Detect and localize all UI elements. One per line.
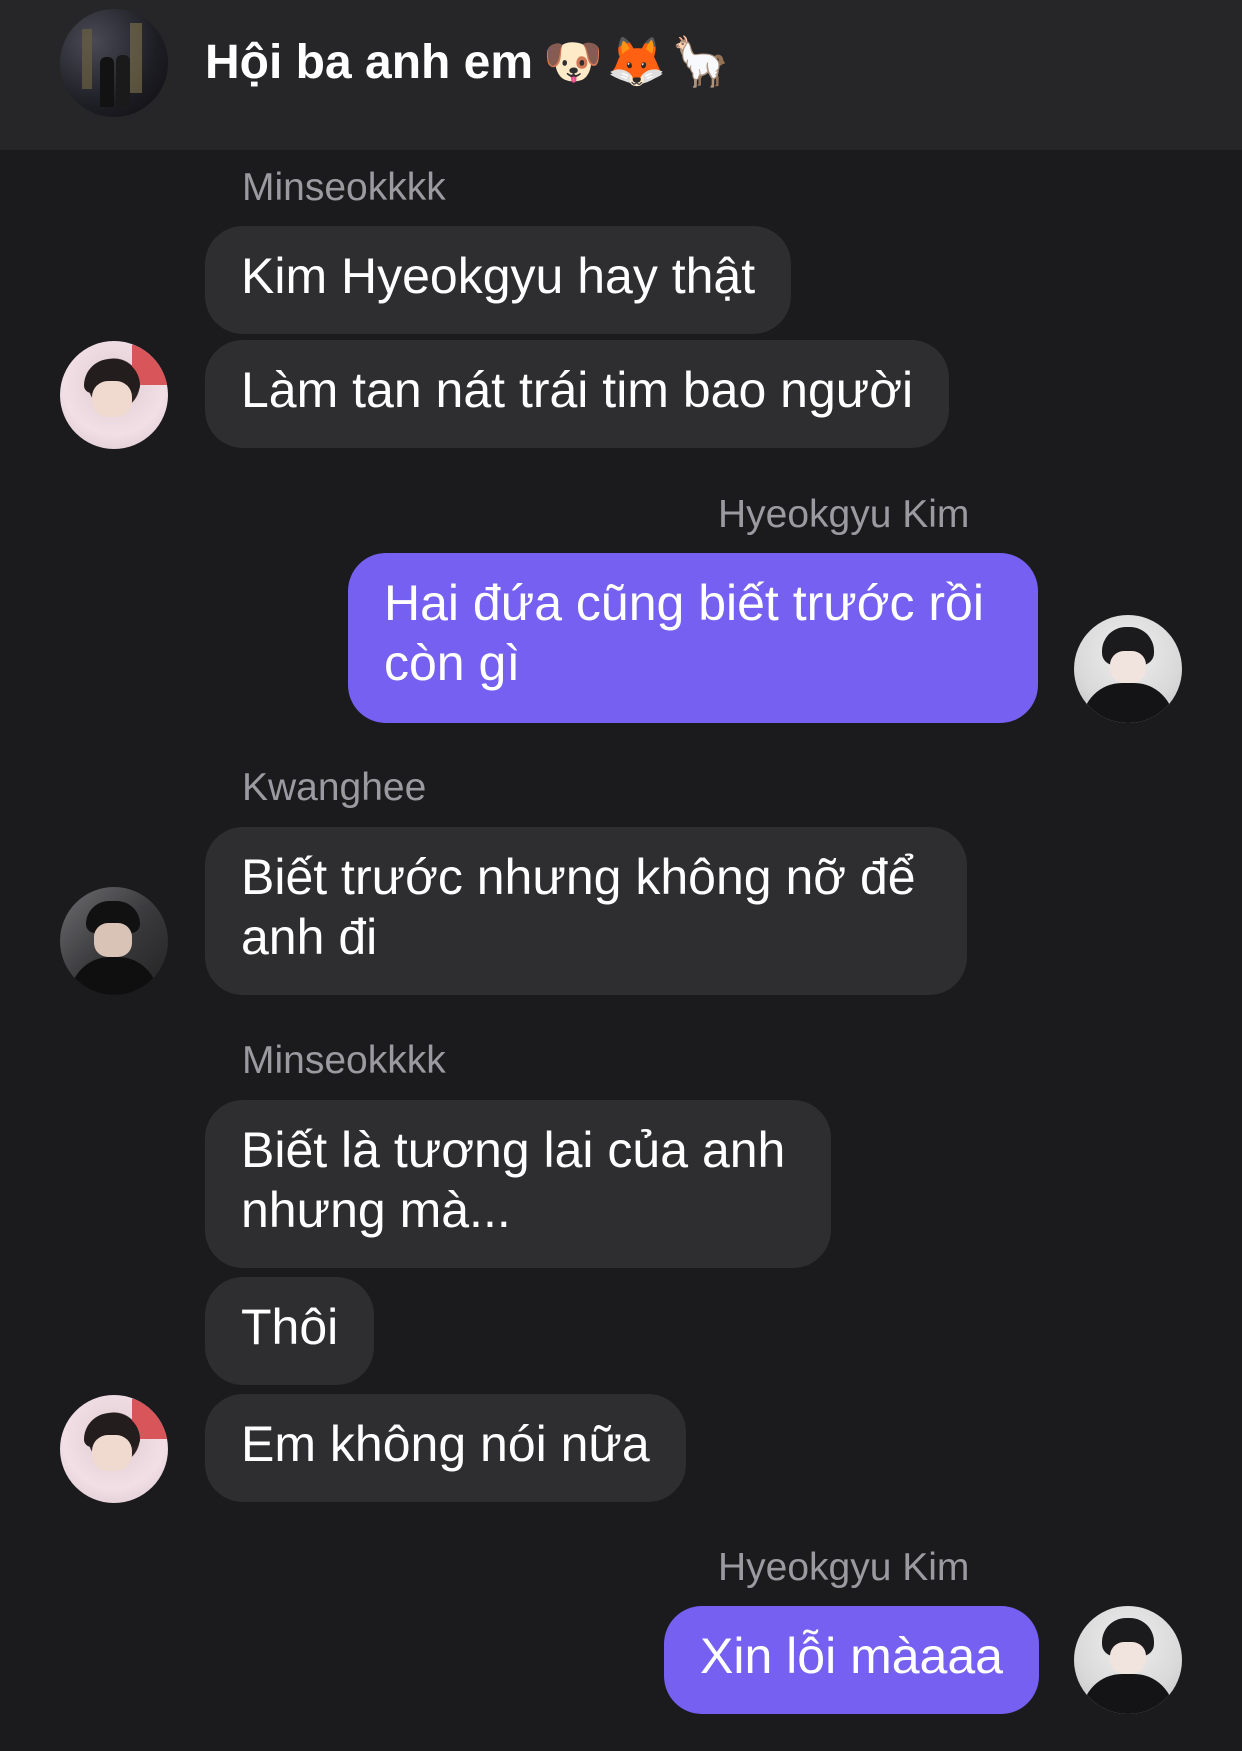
avatar-kwanghee[interactable] xyxy=(60,887,168,995)
message-bubble[interactable]: Xin lỗi màaaa xyxy=(664,1606,1039,1714)
message-bubble[interactable]: Biết trước nhưng không nỡ để anh đi xyxy=(205,827,967,995)
message-bubble[interactable]: Em không nói nữa xyxy=(205,1394,686,1502)
message-text-line: còn gì xyxy=(384,635,521,691)
sender-name: Hyeokgyu Kim xyxy=(718,1546,970,1589)
avatar-hyeokgyu-kim[interactable] xyxy=(1074,615,1182,723)
message-text-line: Biết là tương lai của anh xyxy=(241,1122,786,1178)
message-text-line: nhưng mà... xyxy=(241,1182,511,1238)
message-text-line: Hai đứa cũng biết trước rồi xyxy=(384,575,984,631)
chat-title-emojis: 🐶🦊🦙 xyxy=(543,36,735,89)
message-text: Làm tan nát trái tim bao người xyxy=(241,362,914,418)
avatar-minseokkkk[interactable] xyxy=(60,1395,168,1503)
chat-title[interactable]: Hội ba anh em 🐶🦊🦙 xyxy=(205,30,734,96)
sender-name: Hyeokgyu Kim xyxy=(718,493,970,536)
sender-name: Minseokkkk xyxy=(242,1039,446,1082)
message-bubble[interactable]: Hai đứa cũng biết trước rồi còn gì xyxy=(348,553,1038,723)
group-avatar[interactable] xyxy=(60,9,168,117)
chat-header: Hội ba anh em 🐶🦊🦙 xyxy=(0,0,1242,150)
message-text: Xin lỗi màaaa xyxy=(700,1628,1003,1684)
message-text-line: anh đi xyxy=(241,909,378,965)
message-bubble[interactable]: Làm tan nát trái tim bao người xyxy=(205,340,950,448)
message-text: Kim Hyeokgyu hay thật xyxy=(241,248,756,304)
sender-name: Minseokkkk xyxy=(242,166,446,209)
message-bubble[interactable]: Thôi xyxy=(205,1277,375,1385)
message-text-line: Biết trước nhưng không nỡ để xyxy=(241,849,916,905)
avatar-hyeokgyu-kim[interactable] xyxy=(1074,1606,1182,1714)
sender-name: Kwanghee xyxy=(242,766,427,809)
message-bubble[interactable]: Biết là tương lai của anh nhưng mà... xyxy=(205,1100,831,1268)
message-text: Em không nói nữa xyxy=(241,1416,650,1472)
avatar-minseokkkk[interactable] xyxy=(60,341,168,449)
chat-title-text: Hội ba anh em xyxy=(205,36,534,89)
message-text: Thôi xyxy=(241,1299,339,1355)
message-bubble[interactable]: Kim Hyeokgyu hay thật xyxy=(205,226,792,334)
